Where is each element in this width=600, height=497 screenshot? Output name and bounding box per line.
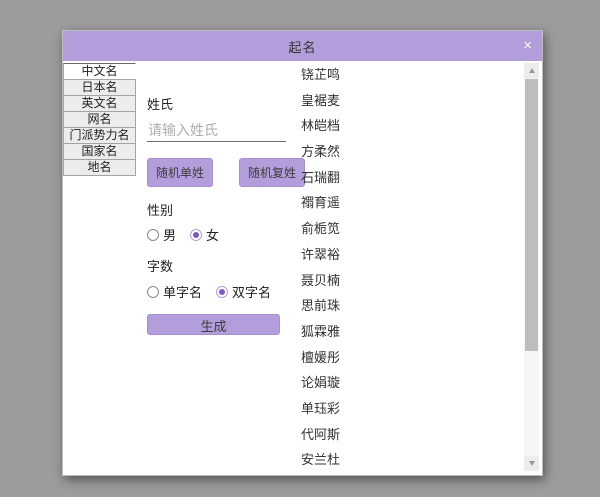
list-item[interactable]: 林皑档 bbox=[301, 113, 522, 139]
scroll-up-button[interactable] bbox=[524, 63, 539, 78]
surname-input[interactable] bbox=[147, 119, 286, 142]
list-item[interactable]: 檀媛彤 bbox=[301, 345, 522, 371]
naming-dialog: 起名 × 中文名 日本名 英文名 网名 门派势力名 国家名 地名 姓氏 随机单姓… bbox=[62, 30, 543, 476]
close-icon[interactable]: × bbox=[523, 31, 532, 61]
list-item[interactable]: 皇裾麦 bbox=[301, 88, 522, 114]
radio-male-icon[interactable] bbox=[147, 229, 159, 241]
list-item[interactable]: 方柔然 bbox=[301, 139, 522, 165]
generate-button[interactable]: 生成 bbox=[147, 314, 280, 335]
tab-chinese-name[interactable]: 中文名 bbox=[63, 63, 136, 80]
tab-japanese-name[interactable]: 日本名 bbox=[63, 79, 136, 96]
list-item[interactable]: 铙芷鸣 bbox=[301, 62, 522, 88]
scroll-down-button[interactable] bbox=[524, 456, 539, 471]
scrollbar-thumb[interactable] bbox=[525, 79, 538, 351]
radio-female[interactable]: 女 bbox=[190, 225, 219, 244]
list-item[interactable]: 单珏彩 bbox=[301, 396, 522, 422]
tab-country-name[interactable]: 国家名 bbox=[63, 143, 136, 160]
char-count-options: 单字名 双字名 bbox=[147, 282, 271, 301]
gender-label: 性别 bbox=[147, 200, 173, 219]
dialog-title: 起名 bbox=[288, 37, 316, 56]
tab-english-name[interactable]: 英文名 bbox=[63, 95, 136, 112]
tab-net-name[interactable]: 网名 bbox=[63, 111, 136, 128]
scroll-up-icon bbox=[529, 68, 535, 73]
radio-female-icon[interactable] bbox=[190, 229, 202, 241]
radio-double-char[interactable]: 双字名 bbox=[216, 282, 271, 301]
tab-place-name[interactable]: 地名 bbox=[63, 159, 136, 176]
list-item[interactable]: 俞栀笕 bbox=[301, 216, 522, 242]
char-count-label: 字数 bbox=[147, 256, 173, 275]
radio-male-label: 男 bbox=[163, 225, 176, 244]
list-item[interactable]: 聂贝楠 bbox=[301, 268, 522, 294]
radio-male[interactable]: 男 bbox=[147, 225, 176, 244]
radio-single-char-label: 单字名 bbox=[163, 282, 202, 301]
gender-options: 男 女 bbox=[147, 225, 219, 244]
radio-single-char[interactable]: 单字名 bbox=[147, 282, 202, 301]
list-item[interactable]: 论娟璇 bbox=[301, 370, 522, 396]
list-item[interactable]: 安兰杜 bbox=[301, 447, 522, 471]
surname-label: 姓氏 bbox=[147, 94, 173, 113]
title-bar[interactable]: 起名 × bbox=[63, 31, 542, 61]
scroll-down-icon bbox=[529, 461, 535, 466]
list-item[interactable]: 许翠裕 bbox=[301, 242, 522, 268]
generated-names-list[interactable]: 铙芷鸣 皇裾麦 林皑档 方柔然 石瑞翻 禤育遥 俞栀笕 许翠裕 聂贝楠 思前珠 … bbox=[301, 62, 522, 471]
category-tabs: 中文名 日本名 英文名 网名 门派势力名 国家名 地名 bbox=[63, 64, 136, 176]
list-item[interactable]: 代阿斯 bbox=[301, 422, 522, 448]
list-item[interactable]: 思前珠 bbox=[301, 293, 522, 319]
random-double-surname-button[interactable]: 随机复姓 bbox=[239, 158, 305, 187]
radio-double-char-icon[interactable] bbox=[216, 286, 228, 298]
tab-sect-name[interactable]: 门派势力名 bbox=[63, 127, 136, 144]
radio-single-char-icon[interactable] bbox=[147, 286, 159, 298]
list-item[interactable]: 狐霖雅 bbox=[301, 319, 522, 345]
list-item[interactable]: 禤育遥 bbox=[301, 190, 522, 216]
radio-female-label: 女 bbox=[206, 225, 219, 244]
list-item[interactable]: 石瑞翻 bbox=[301, 165, 522, 191]
random-single-surname-button[interactable]: 随机单姓 bbox=[147, 158, 213, 187]
results-scrollbar[interactable] bbox=[524, 63, 539, 471]
radio-double-char-label: 双字名 bbox=[232, 282, 271, 301]
